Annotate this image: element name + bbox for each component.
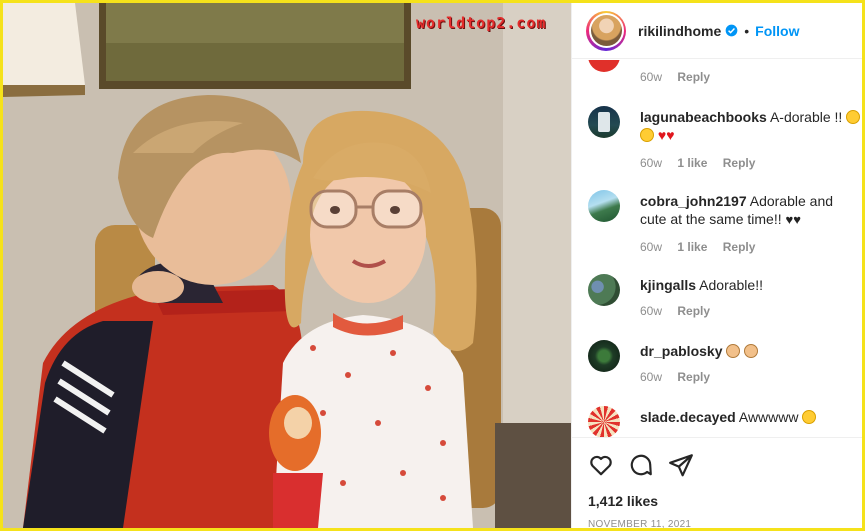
comment-time: 60w bbox=[640, 70, 663, 84]
comment-text: Adorable!! bbox=[699, 277, 763, 293]
comment-body: dr_pablosky bbox=[640, 342, 862, 360]
black-heart-emoji-icon: ♥ bbox=[793, 212, 801, 227]
post-sidebar: rikilindhome • Follow 60w Reply lagunabe… bbox=[571, 3, 862, 528]
verified-badge-icon bbox=[725, 24, 738, 37]
comment-username[interactable]: lagunabeachbooks bbox=[640, 109, 767, 125]
post-date: NOVEMBER 11, 2021 bbox=[588, 519, 692, 528]
reply-button[interactable]: Reply bbox=[677, 370, 710, 384]
reply-button[interactable]: Reply bbox=[723, 156, 756, 170]
post-header: rikilindhome • Follow bbox=[572, 3, 862, 59]
older-person-emoji-icon bbox=[726, 344, 741, 358]
comment-avatar[interactable] bbox=[588, 106, 620, 138]
comment-icon[interactable] bbox=[628, 452, 654, 478]
red-heart-emoji-icon: ♥ bbox=[657, 127, 667, 143]
photo-illustration bbox=[3, 3, 571, 528]
comment-meta: 60w 1 like Reply bbox=[640, 156, 767, 170]
comment-like-count[interactable]: 1 like bbox=[677, 156, 707, 170]
comment-text: A-dorable !! bbox=[769, 109, 843, 125]
reply-button[interactable]: Reply bbox=[723, 240, 756, 254]
comment-avatar[interactable] bbox=[588, 406, 620, 437]
comment-like-count[interactable]: 1 like bbox=[677, 240, 707, 254]
comment-time: 60w bbox=[640, 370, 663, 384]
comment-avatar[interactable] bbox=[588, 190, 620, 222]
smiley-face-emoji-icon bbox=[640, 128, 654, 142]
comment-text: Awwwww bbox=[738, 409, 799, 425]
comment-body: lagunabeachbooks A-dorable !! ♥♥ bbox=[640, 108, 862, 144]
comment-meta: 60w Reply bbox=[640, 70, 722, 84]
reply-button[interactable]: Reply bbox=[677, 70, 710, 84]
comment-time: 60w bbox=[640, 304, 663, 318]
older-person-emoji-icon bbox=[744, 344, 759, 358]
screenshot-frame: worldtop2.com rikilindhome • Follow 60w … bbox=[3, 3, 862, 528]
comments-list[interactable]: 60w Reply lagunabeachbooks A-dorable !! … bbox=[572, 60, 862, 437]
comment-body: slade.decayed Awwwww bbox=[640, 408, 862, 426]
likes-count[interactable]: 1,412 likes bbox=[588, 493, 658, 509]
comment-time: 60w bbox=[640, 240, 663, 254]
reply-button[interactable]: Reply bbox=[677, 304, 710, 318]
post-actions: 1,412 likes NOVEMBER 11, 2021 bbox=[572, 437, 862, 528]
separator-dot: • bbox=[744, 22, 750, 39]
hugging-face-emoji-icon bbox=[802, 410, 817, 424]
comment-meta: 60w Reply bbox=[640, 370, 722, 384]
comment-username[interactable]: slade.decayed bbox=[640, 409, 736, 425]
red-heart-emoji-icon: ♥ bbox=[666, 127, 675, 143]
grinning-face-emoji-icon bbox=[846, 110, 861, 124]
follow-button[interactable]: Follow bbox=[755, 23, 799, 39]
share-icon[interactable] bbox=[668, 452, 694, 478]
comment-username[interactable]: dr_pablosky bbox=[640, 343, 722, 359]
comment-meta: 60w Reply bbox=[640, 304, 722, 318]
comment-meta: 60w 1 like Reply bbox=[640, 240, 767, 254]
author-avatar[interactable] bbox=[586, 10, 626, 51]
comment-username[interactable]: kjingalls bbox=[640, 277, 696, 293]
comment-avatar[interactable] bbox=[588, 274, 620, 306]
author-username[interactable]: rikilindhome bbox=[638, 23, 721, 39]
comment-time: 60w bbox=[640, 156, 663, 170]
comment-body: kjingalls Adorable!! bbox=[640, 276, 862, 294]
heart-icon[interactable] bbox=[588, 452, 614, 478]
post-photo: worldtop2.com bbox=[3, 3, 571, 528]
watermark-text: worldtop2.com bbox=[416, 14, 547, 32]
comment-body: cobra_john2197 Adorable and cute at the … bbox=[640, 192, 862, 229]
author-avatar-image bbox=[590, 15, 622, 46]
comment-avatar[interactable] bbox=[588, 340, 620, 372]
comment-username[interactable]: cobra_john2197 bbox=[640, 193, 747, 209]
comment-avatar[interactable] bbox=[588, 60, 620, 72]
